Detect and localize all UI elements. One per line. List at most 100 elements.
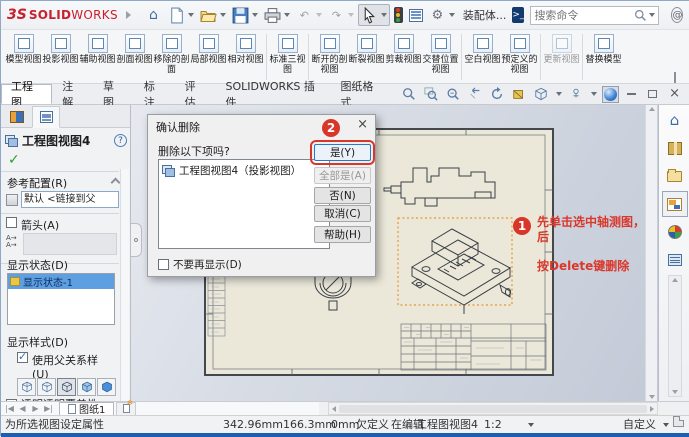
section-collapse-icon[interactable] — [111, 178, 121, 188]
zoom-in-out-icon[interactable] — [444, 86, 461, 103]
select-tool-button[interactable] — [358, 4, 390, 26]
zoom-fit-icon[interactable] — [400, 86, 417, 103]
graphics-vertical-scrollbar[interactable] — [645, 105, 657, 401]
redo-button[interactable]: ↷ — [326, 4, 356, 26]
panel-flyout-handle[interactable] — [131, 223, 142, 257]
view-orientation-icon[interactable] — [532, 86, 549, 103]
undo-button[interactable]: ↶ — [294, 4, 324, 26]
dont-show-again-checkbox[interactable] — [158, 259, 169, 270]
display-settings-icon[interactable] — [567, 86, 584, 103]
refresh-icon[interactable] — [488, 86, 505, 103]
new-caret-icon[interactable] — [188, 13, 194, 17]
scroll-down-icon[interactable] — [672, 390, 678, 394]
ribbon-break-view-button[interactable]: 断裂视图 — [348, 33, 385, 65]
print-button[interactable] — [262, 4, 292, 26]
add-sheet-button[interactable] — [116, 402, 136, 416]
delete-items-list[interactable]: 工程图视图4（投影视图） — [158, 159, 330, 249]
scroll-down-icon[interactable] — [649, 395, 655, 399]
units-selector[interactable]: 自定义 — [623, 416, 656, 433]
feature-manager-tab[interactable] — [3, 106, 31, 128]
ribbon-section-view-button[interactable]: 剖面视图 — [116, 33, 153, 65]
wireframe-style-button[interactable] — [17, 378, 36, 396]
command-window-icon[interactable]: >_ — [512, 7, 524, 23]
appearances-tab-button[interactable] — [662, 219, 688, 245]
tab-annotation[interactable]: 注解 — [52, 84, 93, 104]
ribbon-crop-view-button[interactable]: 剪裁视图 — [385, 33, 422, 65]
tab-sketch[interactable]: 草图 — [93, 84, 134, 104]
search-input[interactable] — [534, 9, 634, 22]
task-pane-scrollbar[interactable] — [668, 275, 682, 397]
home-button[interactable]: ⌂ — [143, 4, 164, 26]
no-button[interactable]: 否(N) — [314, 187, 371, 204]
ok-check-icon[interactable]: ✓ — [8, 152, 20, 168]
delete-item-row[interactable]: 工程图视图4（投影视图） — [159, 160, 329, 181]
ribbon-standard-3-view-button[interactable]: 标准三视图 — [269, 33, 306, 75]
horizontal-scrollbar[interactable] — [328, 402, 658, 415]
view-palette-tab-button[interactable] — [662, 191, 688, 217]
view-orientation-caret-icon[interactable] — [556, 92, 562, 96]
settings-caret-icon[interactable] — [449, 13, 455, 17]
resources-tab-button[interactable]: ⌂ — [662, 107, 688, 133]
search-icon[interactable] — [634, 9, 647, 22]
ribbon-replace-model-button[interactable]: 替换模型 — [585, 33, 622, 65]
ribbon-relative-view-button[interactable]: 相对视图 — [227, 33, 264, 65]
doc-close-icon[interactable]: × — [669, 89, 680, 99]
ribbon-model-view-button[interactable]: 模型视图 — [5, 33, 42, 65]
search-caret-icon[interactable] — [649, 13, 655, 17]
panel-help-icon[interactable]: ? — [114, 134, 127, 147]
options-list-button[interactable] — [407, 4, 425, 26]
scroll-right-icon[interactable] — [650, 406, 654, 412]
tab-sheet-format[interactable]: 图纸格式 — [330, 84, 392, 104]
ribbon-empty-view-button[interactable]: 空白视图 — [464, 33, 501, 65]
help-button[interactable]: 帮助(H) — [314, 226, 371, 243]
ribbon-projected-view-button[interactable]: 投影视图 — [42, 33, 79, 65]
doc-restore-icon[interactable] — [648, 90, 657, 98]
arrow-checkbox[interactable] — [6, 217, 17, 228]
display-state-section[interactable]: 显示状态(D) — [7, 257, 68, 273]
section-view-toggle-icon[interactable] — [510, 86, 527, 103]
ribbon-broken-out-section-button[interactable]: 断开的剖视图 — [311, 33, 348, 75]
login-button[interactable]: @ — [671, 7, 683, 23]
configuration-select[interactable]: 默认 <链接到父 — [21, 191, 119, 208]
scrollbar-thumb[interactable] — [339, 405, 647, 413]
ribbon-auxiliary-view-button[interactable]: 辅助视图 — [79, 33, 116, 65]
save-button[interactable] — [230, 4, 260, 26]
open-caret-icon[interactable] — [220, 13, 226, 17]
appearance-sphere-button[interactable] — [602, 86, 619, 103]
use-parent-style-checkbox[interactable] — [17, 352, 28, 363]
ribbon-predefined-view-button[interactable]: 预定义的视图 — [501, 33, 538, 75]
ribbon-collapse-button[interactable] — [674, 74, 682, 79]
custom-properties-tab-button[interactable] — [662, 247, 688, 273]
panel-scrollbar[interactable] — [120, 169, 129, 401]
select-caret-icon[interactable] — [381, 13, 387, 17]
menu-flyout-icon[interactable] — [126, 11, 131, 19]
display-state-list[interactable]: 显示状态-1 — [7, 273, 115, 325]
ribbon-removed-section-button[interactable]: 移除的剖面 — [153, 33, 190, 75]
tab-dimension[interactable]: 标注 — [134, 84, 175, 104]
ribbon-detail-view-button[interactable]: 局部视图 — [190, 33, 227, 65]
prev-sheet-button[interactable]: ◀ — [16, 403, 29, 415]
cancel-button[interactable]: 取消(C) — [314, 205, 371, 222]
ribbon-alternate-position-button[interactable]: 交替位置视图 — [422, 33, 459, 75]
tab-drawing[interactable]: 工程图 — [1, 84, 52, 104]
shaded-with-edges-button[interactable] — [77, 378, 96, 396]
previous-view-icon[interactable] — [466, 86, 483, 103]
open-button[interactable] — [198, 4, 228, 26]
hidden-lines-removed-button[interactable] — [57, 378, 76, 396]
rebuild-button[interactable] — [392, 4, 405, 26]
scroll-left-icon[interactable] — [332, 406, 336, 412]
dialog-close-icon[interactable]: × — [357, 118, 368, 131]
tab-evaluate[interactable]: 评估 — [175, 84, 216, 104]
design-library-tab-button[interactable] — [662, 135, 688, 161]
doc-minimize-icon[interactable] — [627, 93, 636, 95]
display-style-section[interactable]: 显示样式(D) — [7, 334, 68, 350]
file-explorer-tab-button[interactable] — [662, 163, 688, 189]
reference-configuration-section[interactable]: 参考配置(R) — [7, 175, 67, 191]
first-sheet-button[interactable]: |◀ — [3, 403, 16, 415]
shaded-style-button[interactable] — [97, 378, 116, 396]
tab-addins[interactable]: SOLIDWORKS 插件 — [215, 84, 330, 104]
property-manager-tab[interactable] — [32, 106, 60, 128]
sheet-tab[interactable]: 图纸1 — [59, 402, 114, 416]
settings-button[interactable]: ⚙ — [427, 4, 457, 26]
scroll-up-icon[interactable] — [649, 107, 655, 111]
